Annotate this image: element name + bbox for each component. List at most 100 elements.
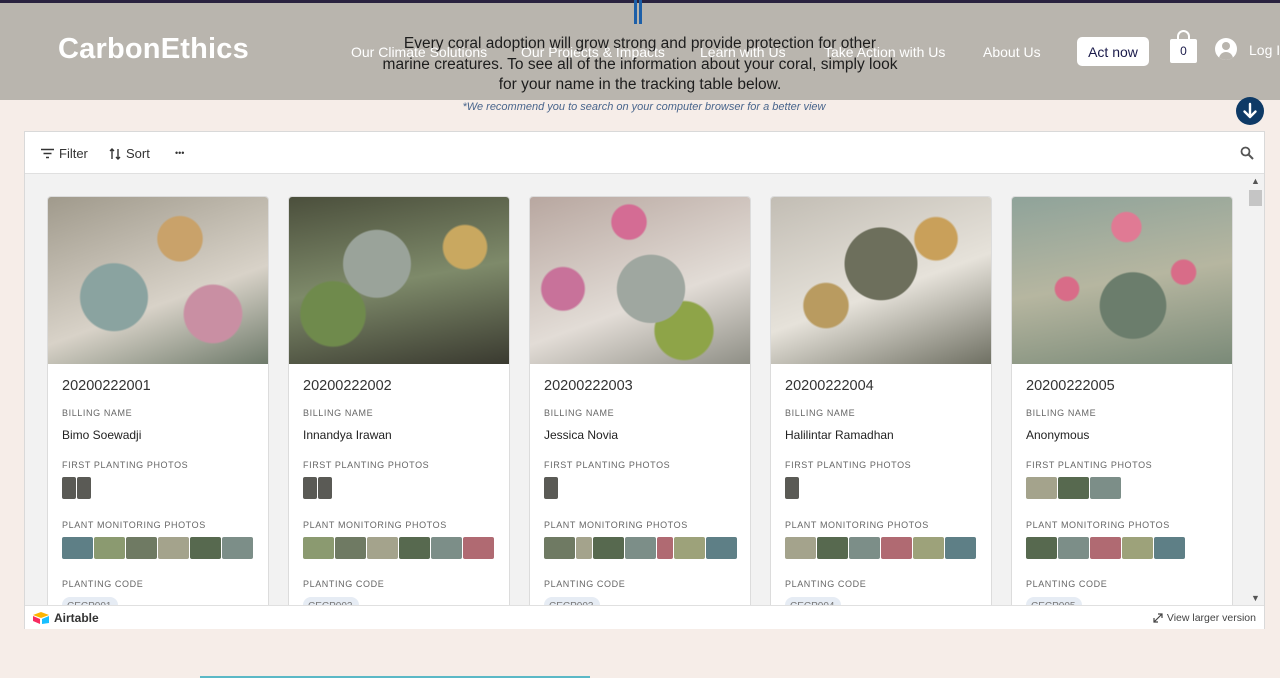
filter-icon bbox=[41, 148, 54, 159]
shopping-bag-icon: 0 bbox=[1170, 39, 1197, 63]
billing-name-label: BILLING NAME bbox=[544, 408, 615, 418]
sort-icon bbox=[109, 147, 121, 160]
scroll-down-arrow-icon[interactable]: ▼ bbox=[1251, 593, 1260, 603]
cart-button[interactable]: 0 bbox=[1170, 30, 1197, 64]
photo-thumbnail[interactable] bbox=[303, 477, 317, 499]
first-planting-thumbnails[interactable] bbox=[303, 477, 332, 499]
photo-thumbnail[interactable] bbox=[1090, 537, 1121, 559]
photo-thumbnail[interactable] bbox=[544, 537, 575, 559]
record-card[interactable]: 20200222001 BILLING NAME Bimo Soewadji FIRS… bbox=[47, 196, 269, 605]
vertical-scrollbar[interactable]: ▲ ▼ bbox=[1247, 174, 1264, 605]
planting-code-label: PLANTING CODE bbox=[1026, 579, 1108, 589]
photo-thumbnail[interactable] bbox=[657, 537, 673, 559]
first-planting-photos-label: FIRST PLANTING PHOTOS bbox=[1026, 460, 1153, 470]
photo-thumbnail[interactable] bbox=[945, 537, 976, 559]
recommend-note: *We recommend you to search on your comp… bbox=[462, 101, 826, 113]
photo-thumbnail[interactable] bbox=[785, 477, 799, 499]
billing-name-value: Innandya Irawan bbox=[303, 428, 392, 442]
photo-thumbnail[interactable] bbox=[1058, 477, 1089, 499]
photo-thumbnail[interactable] bbox=[785, 537, 816, 559]
photo-thumbnail[interactable] bbox=[706, 537, 737, 559]
first-planting-thumbnails[interactable] bbox=[1026, 477, 1121, 499]
monitoring-thumbnails[interactable] bbox=[62, 537, 253, 559]
photo-thumbnail[interactable] bbox=[62, 477, 76, 499]
coral-adoption-message: Every coral adoption will grow strong an… bbox=[382, 35, 898, 93]
photo-thumbnail[interactable] bbox=[77, 477, 91, 499]
act-now-button[interactable]: Act now bbox=[1077, 37, 1149, 66]
search-icon[interactable] bbox=[1240, 146, 1254, 160]
nav-about-us[interactable]: About Us bbox=[983, 44, 1041, 60]
login-link[interactable]: Log In bbox=[1249, 42, 1280, 58]
filter-button[interactable]: Filter bbox=[41, 146, 88, 161]
photo-thumbnail[interactable] bbox=[318, 477, 332, 499]
coral-cover-photo[interactable] bbox=[48, 197, 268, 364]
photo-thumbnail[interactable] bbox=[625, 537, 656, 559]
record-card[interactable]: 20200222002 BILLING NAME Innandya Irawan FI… bbox=[288, 196, 510, 605]
planting-code-pill: CECP005 bbox=[1026, 597, 1082, 605]
photo-thumbnail[interactable] bbox=[190, 537, 221, 559]
photo-thumbnail[interactable] bbox=[1122, 537, 1153, 559]
photo-thumbnail[interactable] bbox=[303, 537, 334, 559]
first-planting-photos-label: FIRST PLANTING PHOTOS bbox=[303, 460, 430, 470]
first-planting-thumbnails[interactable] bbox=[785, 477, 799, 499]
photo-thumbnail[interactable] bbox=[367, 537, 398, 559]
monitoring-thumbnails[interactable] bbox=[1026, 537, 1185, 559]
sort-label: Sort bbox=[126, 146, 150, 161]
photo-thumbnail[interactable] bbox=[576, 537, 592, 559]
record-id: 20200222003 bbox=[544, 378, 633, 394]
expand-icon bbox=[1153, 613, 1163, 623]
coral-cover-photo[interactable] bbox=[1012, 197, 1232, 364]
billing-name-label: BILLING NAME bbox=[303, 408, 374, 418]
scrollbar-thumb[interactable] bbox=[1249, 190, 1262, 206]
coral-cover-photo[interactable] bbox=[771, 197, 991, 364]
photo-thumbnail[interactable] bbox=[849, 537, 880, 559]
photo-thumbnail[interactable] bbox=[544, 477, 558, 499]
first-planting-thumbnails[interactable] bbox=[544, 477, 558, 499]
coral-cover-photo[interactable] bbox=[289, 197, 509, 364]
more-options-button[interactable]: ••• bbox=[175, 148, 184, 158]
photo-thumbnail[interactable] bbox=[431, 537, 462, 559]
user-avatar-icon[interactable] bbox=[1215, 38, 1237, 60]
photo-thumbnail[interactable] bbox=[1026, 477, 1057, 499]
planting-code-label: PLANTING CODE bbox=[303, 579, 385, 589]
photo-thumbnail[interactable] bbox=[593, 537, 624, 559]
photo-thumbnail[interactable] bbox=[674, 537, 705, 559]
photo-thumbnail[interactable] bbox=[463, 537, 494, 559]
scroll-up-arrow-icon[interactable]: ▲ bbox=[1251, 176, 1260, 186]
record-card[interactable]: 20200222005 BILLING NAME Anonymous FIRST PL… bbox=[1011, 196, 1233, 605]
first-planting-thumbnails[interactable] bbox=[62, 477, 91, 499]
monitoring-thumbnails[interactable] bbox=[785, 537, 976, 559]
photo-thumbnail[interactable] bbox=[335, 537, 366, 559]
site-logo[interactable]: CarbonEthics bbox=[58, 33, 249, 66]
decorative-mark bbox=[634, 0, 644, 24]
billing-name-label: BILLING NAME bbox=[62, 408, 133, 418]
gallery-view[interactable]: 20200222001 BILLING NAME Bimo Soewadji FIRS… bbox=[25, 174, 1247, 605]
scroll-down-button[interactable] bbox=[1236, 97, 1264, 125]
photo-thumbnail[interactable] bbox=[1154, 537, 1185, 559]
airtable-toolbar: Filter Sort ••• bbox=[25, 132, 1264, 174]
photo-thumbnail[interactable] bbox=[62, 537, 93, 559]
photo-thumbnail[interactable] bbox=[1058, 537, 1089, 559]
photo-thumbnail[interactable] bbox=[913, 537, 944, 559]
photo-thumbnail[interactable] bbox=[1026, 537, 1057, 559]
photo-thumbnail[interactable] bbox=[399, 537, 430, 559]
sort-button[interactable]: Sort bbox=[109, 146, 150, 161]
photo-thumbnail[interactable] bbox=[126, 537, 157, 559]
monitoring-thumbnails[interactable] bbox=[544, 537, 737, 559]
photo-thumbnail[interactable] bbox=[1090, 477, 1121, 499]
plant-monitoring-photos-label: PLANT MONITORING PHOTOS bbox=[62, 520, 206, 530]
plant-monitoring-photos-label: PLANT MONITORING PHOTOS bbox=[1026, 520, 1170, 530]
monitoring-thumbnails[interactable] bbox=[303, 537, 494, 559]
coral-cover-photo[interactable] bbox=[530, 197, 750, 364]
photo-thumbnail[interactable] bbox=[881, 537, 912, 559]
photo-thumbnail[interactable] bbox=[94, 537, 125, 559]
record-card[interactable]: 20200222004 BILLING NAME Halilintar Ramadh… bbox=[770, 196, 992, 605]
photo-thumbnail[interactable] bbox=[222, 537, 253, 559]
view-larger-link[interactable]: View larger version bbox=[1153, 612, 1256, 624]
photo-thumbnail[interactable] bbox=[817, 537, 848, 559]
planting-code-pill: CECP004 bbox=[785, 597, 841, 605]
record-card[interactable]: 20200222003 BILLING NAME Jessica Novia FIRS… bbox=[529, 196, 751, 605]
airtable-brand[interactable]: Airtable bbox=[54, 611, 99, 625]
photo-thumbnail[interactable] bbox=[158, 537, 189, 559]
billing-name-label: BILLING NAME bbox=[1026, 408, 1097, 418]
